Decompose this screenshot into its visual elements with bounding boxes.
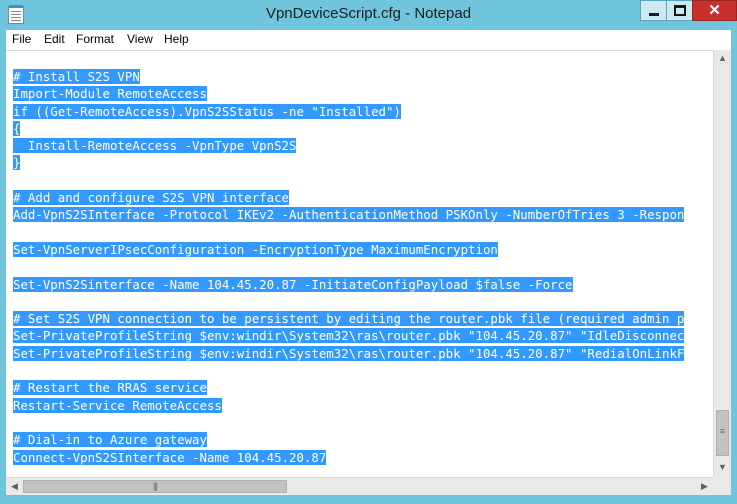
editor-line[interactable]	[13, 293, 684, 310]
editor-line[interactable]	[13, 258, 684, 275]
scroll-left-icon[interactable]: ◀	[6, 478, 23, 495]
editor-line-text: if ((Get-RemoteAccess).VpnS2SStatus -ne …	[13, 103, 401, 119]
editor-line[interactable]: Import-Module RemoteAccess	[13, 85, 684, 102]
editor-line[interactable]: {	[13, 120, 684, 137]
menu-format[interactable]: Format	[76, 32, 114, 46]
menu-view[interactable]: View	[127, 32, 153, 46]
text-editor[interactable]: # Install S2S VPN Import-Module RemoteAcc…	[6, 50, 713, 477]
minimize-button[interactable]	[640, 0, 667, 21]
horizontal-scroll-thumb[interactable]: |||	[23, 480, 287, 493]
editor-line-text: Connect-VpnS2SInterface -Name 104.45.20.…	[13, 449, 327, 465]
vertical-scroll-thumb[interactable]: ≡	[716, 410, 729, 456]
editor-line-text: Set-VpnS2Sinterface -Name 104.45.20.87 -…	[13, 276, 573, 292]
close-button[interactable]: ✕	[692, 0, 737, 21]
editor-line[interactable]	[13, 224, 684, 241]
editor-line-text: # Restart the RRAS service	[13, 380, 207, 396]
scroll-grip-icon: ≡	[719, 426, 726, 436]
editor-line[interactable]: Set-VpnServerIPsecConfiguration -Encrypt…	[13, 241, 684, 258]
scroll-right-icon[interactable]: ▶	[696, 478, 713, 495]
editor-line[interactable]: if ((Get-RemoteAccess).VpnS2SStatus -ne …	[13, 103, 684, 120]
editor-line-text: Set-VpnServerIPsecConfiguration -Encrypt…	[13, 241, 498, 257]
horizontal-scrollbar[interactable]: ◀ ||| ▶	[6, 477, 713, 495]
editor-line[interactable]: # Set S2S VPN connection to be persisten…	[13, 310, 685, 327]
minimize-icon	[649, 13, 659, 16]
editor-line-text: Set-PrivateProfileString $env:windir\Sys…	[13, 328, 685, 344]
editor-line[interactable]: # Dial-in to Azure gateway	[13, 431, 684, 448]
window-title: VpnDeviceScript.cfg - Notepad	[265, 5, 472, 22]
editor-content[interactable]: # Install S2S VPN Import-Module RemoteAcc…	[13, 68, 685, 466]
editor-line-text: # Install S2S VPN	[13, 69, 140, 84]
scroll-up-icon[interactable]: ▲	[714, 50, 731, 67]
maximize-icon	[674, 5, 686, 16]
editor-line[interactable]	[13, 172, 684, 189]
menu-help[interactable]: Help	[164, 32, 189, 46]
editor-line-text: # Dial-in to Azure gateway	[13, 432, 207, 448]
scroll-down-icon[interactable]: ▼	[714, 459, 731, 476]
editor-line[interactable]: # Restart the RRAS service	[13, 379, 684, 396]
close-icon: ✕	[708, 2, 721, 19]
editor-line-text: # Set S2S VPN connection to be persisten…	[13, 311, 685, 327]
menu-edit[interactable]: Edit	[44, 32, 65, 46]
editor-line-text: Add-VpnS2SInterface -Protocol IKEv2 -Aut…	[13, 207, 685, 223]
menu-file[interactable]: File	[12, 32, 31, 46]
editor-line[interactable]: Add-VpnS2SInterface -Protocol IKEv2 -Aut…	[13, 206, 685, 223]
editor-line-text: Import-Module RemoteAccess	[13, 86, 207, 102]
editor-line-text: Install-RemoteAccess -VpnType VpnS2S	[13, 138, 297, 154]
editor-line-text: {	[13, 120, 21, 136]
editor-line[interactable]: # Add and configure S2S VPN interface	[13, 189, 684, 206]
maximize-button[interactable]	[666, 0, 693, 21]
vertical-scrollbar[interactable]: ▲ ≡ ▼	[713, 50, 731, 477]
editor-line[interactable]: Restart-Service RemoteAccess	[13, 397, 684, 414]
editor-line-text: Restart-Service RemoteAccess	[13, 397, 222, 413]
editor-line[interactable]: }	[13, 154, 684, 171]
title-bar[interactable]: VpnDeviceScript.cfg - Notepad ✕	[0, 0, 737, 30]
editor-line[interactable]: Install-RemoteAccess -VpnType VpnS2S	[13, 137, 684, 154]
editor-line[interactable]: # Install S2S VPN	[13, 68, 684, 85]
editor-line-text: Set-PrivateProfileString $env:windir\Sys…	[13, 345, 685, 361]
scrollbar-corner	[713, 477, 731, 495]
editor-line[interactable]: Set-PrivateProfileString $env:windir\Sys…	[13, 327, 685, 344]
editor-line[interactable]	[13, 414, 684, 431]
editor-line[interactable]: Connect-VpnS2SInterface -Name 104.45.20.…	[13, 449, 684, 466]
menu-bar: File Edit Format View Help	[6, 30, 731, 50]
notepad-window: VpnDeviceScript.cfg - Notepad ✕ File Edi…	[0, 0, 737, 504]
editor-line[interactable]: Set-VpnS2Sinterface -Name 104.45.20.87 -…	[13, 276, 684, 293]
editor-line[interactable]	[13, 362, 684, 379]
editor-line-text: }	[13, 155, 21, 171]
editor-line[interactable]: Set-PrivateProfileString $env:windir\Sys…	[13, 345, 685, 362]
scroll-grip-icon: |||	[152, 481, 158, 491]
editor-line-text: # Add and configure S2S VPN interface	[13, 190, 290, 206]
